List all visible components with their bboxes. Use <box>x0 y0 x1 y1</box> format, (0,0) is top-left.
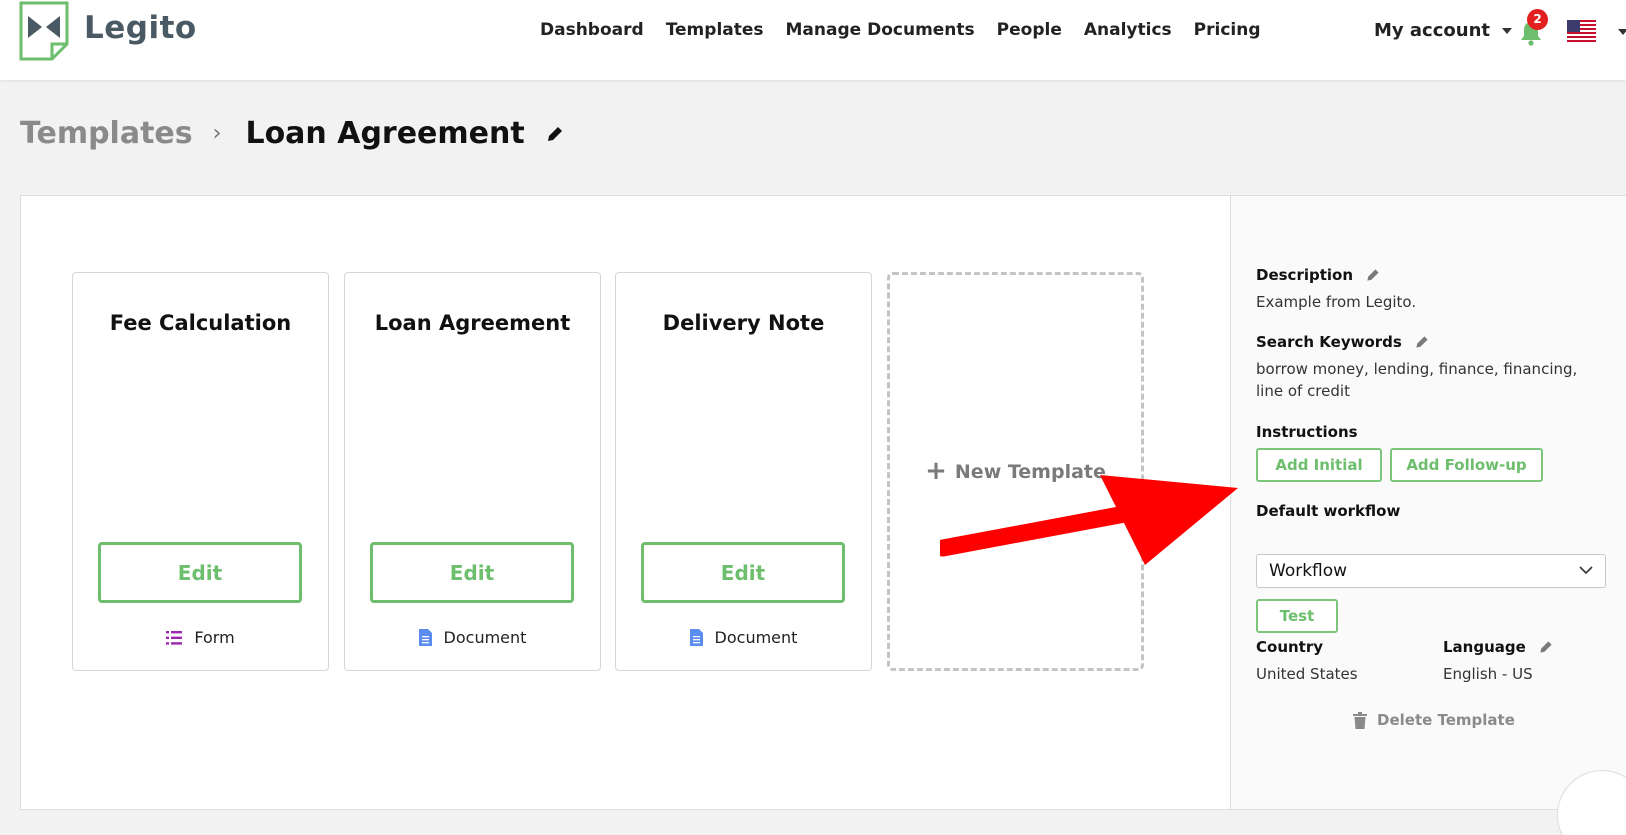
language-chevron-down-icon[interactable] <box>1618 29 1626 35</box>
card-type: Document <box>616 628 871 647</box>
breadcrumb-templates[interactable]: Templates <box>20 116 193 151</box>
template-card: Delivery Note Edit Document <box>615 272 872 671</box>
template-details-panel: Description Example from Legito. Search … <box>1230 196 1626 809</box>
language-label: Language <box>1443 638 1526 656</box>
keywords-heading: Search Keywords <box>1256 333 1430 351</box>
card-title: Loan Agreement <box>374 311 571 335</box>
card-title: Delivery Note <box>662 311 825 335</box>
trash-icon <box>1353 711 1367 729</box>
workflow-label: Default workflow <box>1256 502 1401 520</box>
instructions-label: Instructions <box>1256 423 1358 441</box>
new-template-button[interactable]: + New Template <box>887 272 1144 671</box>
document-icon <box>418 629 432 646</box>
logo[interactable]: Legito <box>18 0 197 62</box>
edit-button[interactable]: Edit <box>98 542 302 603</box>
card-title: Fee Calculation <box>109 311 292 335</box>
pencil-icon[interactable] <box>1538 639 1554 655</box>
description-value: Example from Legito. <box>1256 293 1417 311</box>
delete-template-button[interactable]: Delete Template <box>1353 711 1515 729</box>
top-navbar: Legito Dashboard Templates Manage Docume… <box>0 0 1626 80</box>
add-initial-button[interactable]: Add Initial <box>1256 448 1382 482</box>
nav-manage-documents[interactable]: Manage Documents <box>786 20 975 40</box>
nav-analytics[interactable]: Analytics <box>1084 20 1172 40</box>
pencil-icon[interactable] <box>1414 334 1430 350</box>
page-title: Loan Agreement <box>245 116 525 151</box>
language-heading: Language <box>1443 638 1554 656</box>
language-value: English - US <box>1443 665 1533 683</box>
keywords-label: Search Keywords <box>1256 333 1402 351</box>
nav-pricing[interactable]: Pricing <box>1194 20 1261 40</box>
breadcrumb: Templates › Loan Agreement <box>20 116 565 151</box>
nav-dashboard[interactable]: Dashboard <box>540 20 644 40</box>
list-icon <box>166 630 183 645</box>
nav-people[interactable]: People <box>997 20 1062 40</box>
workflow-value: Workflow <box>1269 561 1348 581</box>
country-label: Country <box>1256 638 1324 656</box>
test-button[interactable]: Test <box>1256 599 1338 633</box>
add-follow-up-button[interactable]: Add Follow-up <box>1390 448 1543 482</box>
template-group-panel: Fee Calculation Edit Form Loan Agreement… <box>20 195 1626 810</box>
pencil-icon[interactable] <box>1365 267 1381 283</box>
account-label: My account <box>1374 20 1490 41</box>
template-card: Loan Agreement Edit Document <box>344 272 601 671</box>
logo-text: Legito <box>84 10 197 46</box>
card-type-label: Document <box>714 628 798 647</box>
pencil-icon[interactable] <box>545 124 565 144</box>
document-icon <box>689 629 703 646</box>
notification-badge: 2 <box>1527 9 1548 30</box>
card-type-label: Document <box>443 628 527 647</box>
country-value: United States <box>1256 665 1358 683</box>
edit-button[interactable]: Edit <box>370 542 574 603</box>
template-card: Fee Calculation Edit Form <box>72 272 329 671</box>
legito-logo-icon <box>19 1 69 61</box>
keywords-value: borrow money, lending, finance, financin… <box>1256 360 1578 400</box>
card-type-label: Form <box>194 628 235 647</box>
nav-templates[interactable]: Templates <box>666 20 764 40</box>
account-menu[interactable]: My account <box>1374 20 1512 41</box>
chevron-down-icon <box>1579 566 1593 575</box>
chevron-down-icon <box>1502 27 1512 34</box>
main-nav: Dashboard Templates Manage Documents Peo… <box>540 20 1283 40</box>
delete-template-label: Delete Template <box>1377 711 1515 729</box>
breadcrumb-separator: › <box>212 121 222 146</box>
card-type: Form <box>73 628 328 647</box>
workflow-select[interactable]: Workflow <box>1256 554 1606 588</box>
card-type: Document <box>345 628 600 647</box>
us-flag-icon[interactable] <box>1567 20 1596 42</box>
edit-button[interactable]: Edit <box>641 542 845 603</box>
description-heading: Description <box>1256 266 1381 284</box>
plus-icon: + <box>925 455 947 486</box>
description-label: Description <box>1256 266 1354 284</box>
new-template-label: New Template <box>954 460 1106 483</box>
